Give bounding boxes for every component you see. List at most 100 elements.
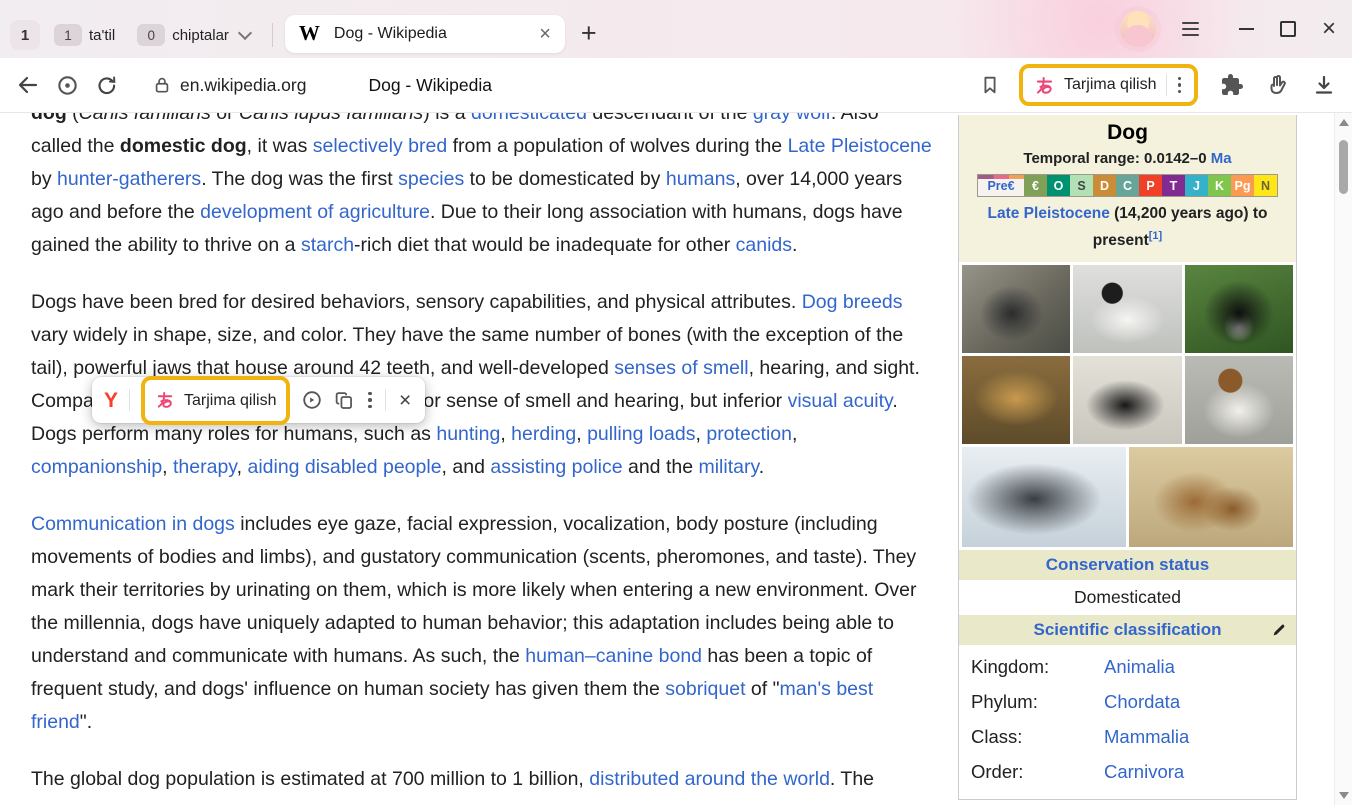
timescale-segment-Pg[interactable]: Pg <box>1231 175 1254 196</box>
hand-gesture-icon[interactable] <box>1266 73 1290 97</box>
edit-pencil-icon[interactable] <box>1271 622 1287 638</box>
active-tab-dog-wikipedia[interactable]: W Dog - Wikipedia × <box>285 15 565 53</box>
wiki-link[interactable]: aiding disabled people <box>247 456 441 478</box>
chevron-down-icon[interactable] <box>238 26 252 40</box>
new-tab-button[interactable]: + <box>571 20 607 47</box>
popup-translate-button-highlighted[interactable]: Tarjima qilish <box>141 376 290 425</box>
translate-button-highlighted[interactable]: Tarjima qilish <box>1019 64 1198 106</box>
wiki-link[interactable]: hunter-gatherers <box>57 168 201 190</box>
text-run: descendant of the <box>587 113 753 124</box>
timescale-segment-C[interactable]: C <box>1116 175 1139 196</box>
timescale-segment-S[interactable]: S <box>1070 175 1093 196</box>
rank-value-link[interactable]: Mammalia <box>1104 723 1189 750</box>
wiki-link[interactable]: sobriquet <box>665 678 745 700</box>
rank-value-link[interactable]: Chordata <box>1104 688 1180 715</box>
wiki-link[interactable]: Late Pleistocene <box>788 135 932 157</box>
late-pleistocene-link[interactable]: Late Pleistocene <box>988 205 1110 222</box>
rank-value-link[interactable]: Carnivora <box>1104 758 1184 785</box>
tab-group-counter[interactable]: 1 <box>10 20 40 50</box>
scrollbar-up-arrow[interactable] <box>1339 119 1349 126</box>
tab-close-icon[interactable]: × <box>535 24 555 44</box>
wiki-link[interactable]: starch <box>301 234 354 256</box>
scrollbar-thumb[interactable] <box>1339 140 1348 194</box>
timescale-segment-T[interactable]: T <box>1162 175 1185 196</box>
bookmark-icon[interactable] <box>979 74 1001 96</box>
menu-icon[interactable] <box>1182 22 1199 36</box>
translate-more-icon[interactable] <box>1176 77 1184 94</box>
timescale-segment-K[interactable]: K <box>1208 175 1231 196</box>
wiki-link[interactable]: protection <box>706 423 792 445</box>
wiki-link[interactable]: selectively bred <box>313 135 447 157</box>
wiki-link[interactable]: pulling loads <box>587 423 695 445</box>
url-domain[interactable]: en.wikipedia.org <box>180 75 306 96</box>
wiki-link[interactable]: domesticated <box>471 113 587 124</box>
wiki-link[interactable]: human–canine bond <box>525 645 702 667</box>
reload-icon[interactable] <box>95 74 118 97</box>
minimize-button[interactable] <box>1239 28 1254 30</box>
conservation-status-header[interactable]: Conservation status <box>959 550 1296 580</box>
photo-dogs-on-beach[interactable] <box>1129 447 1293 547</box>
wiki-link[interactable]: canids <box>736 234 792 256</box>
text-run: by <box>31 168 57 190</box>
listen-audio-icon[interactable] <box>301 389 323 411</box>
photo-merle-dog-on-rocks[interactable] <box>962 265 1070 353</box>
window-close-button[interactable]: × <box>1322 17 1336 41</box>
wiki-link[interactable]: hunting <box>436 423 500 445</box>
yandex-logo[interactable]: Y <box>104 384 118 417</box>
ma-link[interactable]: Ma <box>1211 150 1232 167</box>
wiki-link[interactable]: gray wolf <box>753 113 831 124</box>
timescale-segment-N[interactable]: N <box>1254 175 1277 196</box>
tab-tatil[interactable]: 1 ta'til <box>46 20 123 50</box>
wiki-link[interactable]: development of agriculture <box>200 201 430 223</box>
wiki-link[interactable]: companionship <box>31 456 162 478</box>
timescale-segment-€[interactable]: € <box>1024 175 1047 196</box>
extensions-puzzle-icon[interactable] <box>1220 73 1244 97</box>
taxonomy-row-order: Order: Carnivora <box>959 754 1296 789</box>
wiki-link[interactable]: herding <box>511 423 576 445</box>
popup-close-icon[interactable]: × <box>397 390 413 411</box>
wiki-link[interactable]: visual acuity <box>788 390 893 412</box>
photo-fluffy-dog-on-grass[interactable] <box>1185 265 1293 353</box>
rank-value-link[interactable]: Animalia <box>1104 653 1175 680</box>
paragraph: dog (Canis familiaris or Canis lupus fam… <box>31 113 932 262</box>
timescale-bar: Pre€€OSDCPTJKPgN <box>977 174 1278 197</box>
timescale-segment-D[interactable]: D <box>1093 175 1116 196</box>
wiki-link[interactable]: humans <box>666 168 735 190</box>
wiki-link[interactable]: Dog breeds <box>802 291 903 313</box>
copy-icon[interactable] <box>334 390 355 411</box>
wiki-link[interactable]: military <box>698 456 758 478</box>
wiki-link[interactable]: distributed around the world <box>589 768 830 790</box>
timescale-segment-J[interactable]: J <box>1185 175 1208 196</box>
photo-golden-retriever-water[interactable] <box>962 356 1070 444</box>
wiki-link[interactable]: senses of smell <box>614 357 748 379</box>
back-icon[interactable] <box>16 73 40 97</box>
tab-chiptalar[interactable]: 0 chiptalar <box>129 20 260 50</box>
browser-home-icon[interactable] <box>56 74 79 97</box>
download-icon[interactable] <box>1312 73 1336 97</box>
article-column: dog (Canis familiaris or Canis lupus fam… <box>0 113 948 805</box>
photo-husky-in-snow[interactable] <box>962 447 1126 547</box>
wiki-link[interactable]: assisting police <box>490 456 622 478</box>
photo-white-terrier[interactable] <box>1185 356 1293 444</box>
maximize-button[interactable] <box>1280 21 1296 37</box>
photo-black-labrador[interactable] <box>1073 356 1181 444</box>
citation-ref[interactable]: [1] <box>1149 230 1162 242</box>
wiki-link[interactable]: Communication in dogs <box>31 513 235 535</box>
wiki-link[interactable]: therapy <box>173 456 237 478</box>
wiki-link[interactable]: species <box>398 168 464 190</box>
page-scrollbar[interactable] <box>1334 113 1352 805</box>
lock-icon[interactable] <box>152 75 172 95</box>
scientific-classification-header[interactable]: Scientific classification <box>959 615 1296 645</box>
timescale-segment-P[interactable]: P <box>1139 175 1162 196</box>
popup-more-icon[interactable] <box>366 392 374 409</box>
timescale-segment-Pre€[interactable]: Pre€ <box>978 175 1024 196</box>
url-page-title[interactable]: Dog - Wikipedia <box>368 75 492 96</box>
text-run: Canis familiaris <box>79 113 211 124</box>
photo-black-white-dog-standing[interactable] <box>1073 265 1181 353</box>
timescale-segment-O[interactable]: O <box>1047 175 1070 196</box>
infobox-title: Dog <box>967 121 1288 145</box>
text-run: ) is a <box>423 113 471 124</box>
text-run: Canis lupus familiaris <box>239 113 423 124</box>
scrollbar-down-arrow[interactable] <box>1339 792 1349 799</box>
avatar[interactable] <box>1120 11 1156 47</box>
